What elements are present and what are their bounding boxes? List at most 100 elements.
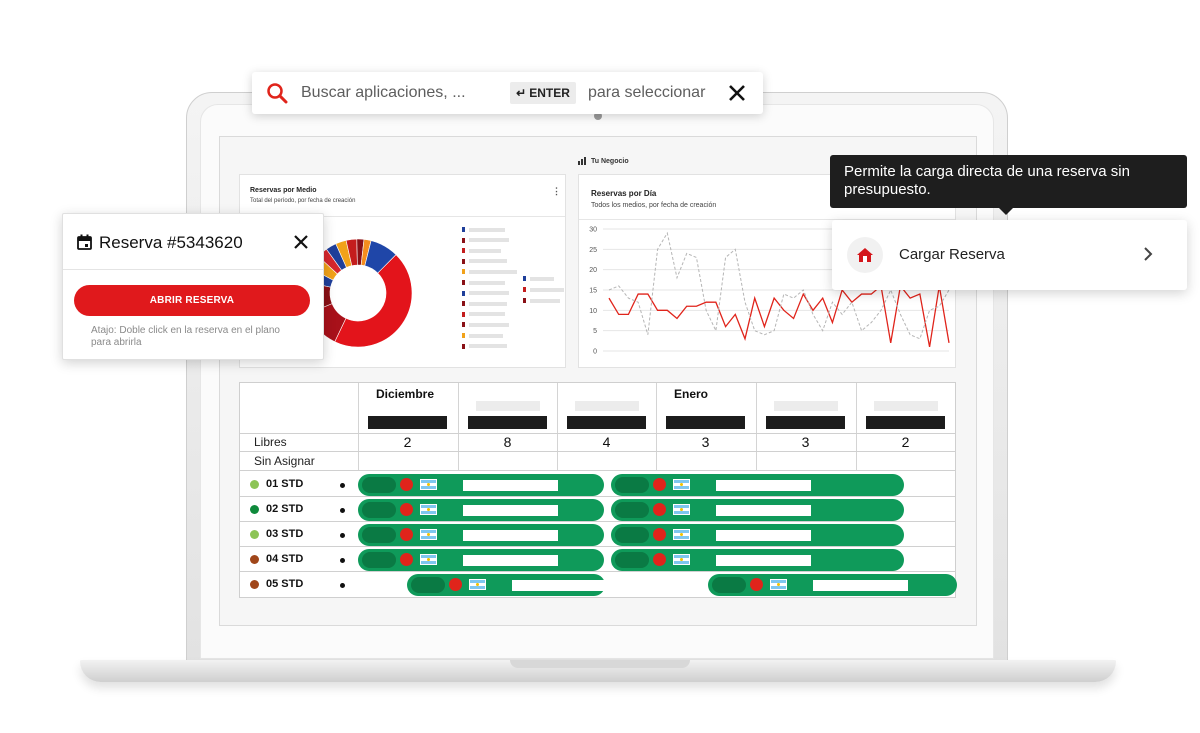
booking-bar[interactable] <box>611 499 904 521</box>
tooltip-arrow <box>998 207 1014 215</box>
libres-count: 3 <box>701 434 710 450</box>
room-name: 05 STD <box>266 578 304 590</box>
booking-pill <box>615 552 649 568</box>
legend-swatch <box>523 276 526 281</box>
cargar-icon-badge <box>847 237 883 273</box>
booking-pill <box>615 502 649 518</box>
abrir-reserva-button[interactable]: ABRIR RESERVA <box>74 285 310 316</box>
booking-status-dot <box>750 578 763 591</box>
calendar-table: Diciembre Enero Libres Sin Asignar 2 8 4 3 3 2 01 … <box>239 382 957 598</box>
booking-bar[interactable] <box>407 574 607 596</box>
booking-status-dot <box>653 478 666 491</box>
room-row-label: 02 STD <box>250 503 303 515</box>
room-row-label: 01 STD <box>250 478 303 490</box>
room-status-dot <box>250 504 259 514</box>
reserva-title: Reserva #5343620 <box>99 233 243 252</box>
dashboard-screen: Tu Negocio Reservas por Medio Total del … <box>219 136 977 626</box>
legend-swatch <box>462 227 465 232</box>
legend-item <box>462 280 505 285</box>
legend-label-placeholder <box>469 344 507 349</box>
booking-status-dot <box>653 503 666 516</box>
booking-status-dot <box>449 578 462 591</box>
legend-label-placeholder <box>530 276 554 281</box>
legend-label-placeholder <box>469 238 509 243</box>
booking-bar[interactable] <box>611 524 904 546</box>
argentina-flag-icon <box>420 554 437 565</box>
legend-item <box>462 237 509 243</box>
legend-swatch <box>462 343 465 349</box>
legend-swatch <box>462 301 465 307</box>
booking-pill <box>362 477 396 493</box>
day-header-bar <box>468 416 547 429</box>
room-name: 04 STD <box>266 553 304 565</box>
argentina-flag-icon <box>673 479 690 490</box>
room-bullet <box>340 583 345 588</box>
enter-key-badge: ↵ ENTER <box>510 82 576 104</box>
legend-label-placeholder <box>469 322 509 327</box>
booking-bar[interactable] <box>611 549 904 571</box>
legend-item <box>462 301 507 307</box>
legend-swatch <box>462 237 465 243</box>
legend-item <box>462 248 501 254</box>
brand: Tu Negocio <box>578 157 629 165</box>
legend-swatch <box>462 290 465 296</box>
column-divider <box>557 383 558 470</box>
guest-name-placeholder <box>716 530 811 541</box>
cargar-reserva-menu-item[interactable]: Cargar Reserva <box>832 220 1187 290</box>
column-divider <box>756 383 757 470</box>
legend-swatch <box>462 280 465 285</box>
booking-pill <box>411 577 445 593</box>
legend-item <box>523 298 560 303</box>
close-icon[interactable] <box>294 235 308 249</box>
room-bullet <box>340 508 345 513</box>
legend-item <box>462 343 507 349</box>
legend-swatch <box>462 258 465 264</box>
booking-bar[interactable] <box>358 499 604 521</box>
booking-bar[interactable] <box>358 549 604 571</box>
month-label: Enero <box>674 387 709 401</box>
legend-label-placeholder <box>530 287 564 292</box>
libres-count: 2 <box>901 434 910 450</box>
brand-name: Tu Negocio <box>591 157 629 165</box>
booking-pill <box>362 502 396 518</box>
enter-key-label: ENTER <box>529 86 570 100</box>
guest-name-placeholder <box>463 530 558 541</box>
libres-count: 3 <box>801 434 810 450</box>
day-placeholder <box>774 401 838 411</box>
month-label: Diciembre <box>376 387 435 401</box>
search-bar[interactable]: Buscar aplicaciones, ... ↵ ENTER para se… <box>252 72 763 114</box>
search-input[interactable]: Buscar aplicaciones, ... <box>301 84 466 102</box>
close-icon[interactable] <box>728 84 746 102</box>
row-divider <box>240 470 955 471</box>
booking-bar[interactable] <box>358 474 604 496</box>
booking-status-dot <box>400 553 413 566</box>
booking-status-dot <box>400 503 413 516</box>
kebab-menu-icon[interactable]: ⋮ <box>552 186 561 197</box>
stage: Tu Negocio Reservas por Medio Total del … <box>0 0 1200 733</box>
booking-bar[interactable] <box>708 574 957 596</box>
booking-bar[interactable] <box>358 524 604 546</box>
libres-label: Libres <box>254 435 287 449</box>
legend-label-placeholder <box>469 333 503 338</box>
argentina-flag-icon <box>420 504 437 515</box>
room-bullet <box>340 533 345 538</box>
argentina-flag-icon <box>469 579 486 590</box>
day-placeholder <box>874 401 938 411</box>
room-status-dot <box>250 554 259 564</box>
brand-icon <box>578 157 586 165</box>
argentina-flag-icon <box>673 554 690 565</box>
booking-status-dot <box>400 528 413 541</box>
legend-item <box>462 258 507 264</box>
booking-pill <box>712 577 746 593</box>
legend-label-placeholder <box>469 269 517 274</box>
y-tick-label: 30 <box>589 227 597 234</box>
row-divider <box>240 496 955 497</box>
guest-name-placeholder <box>512 580 607 591</box>
argentina-flag-icon <box>770 579 787 590</box>
search-icon <box>267 83 288 104</box>
series-line-0 <box>608 284 950 348</box>
booking-bar[interactable] <box>611 474 904 496</box>
y-tick-label: 0 <box>593 349 597 356</box>
legend-item <box>523 276 554 281</box>
column-divider <box>358 383 359 470</box>
